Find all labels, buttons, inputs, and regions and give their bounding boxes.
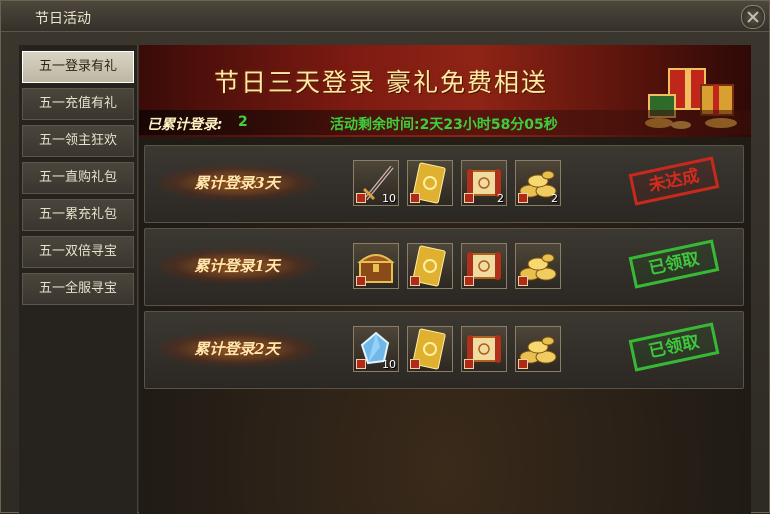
close-button[interactable] [741, 5, 765, 29]
crystal-gem-icon[interactable]: 10 [353, 326, 399, 372]
gold-ingot-icon[interactable] [515, 326, 561, 372]
lock-icon [518, 359, 528, 369]
sidebar-item-server-treasure[interactable]: 五一全服寻宝 [22, 273, 134, 305]
login-count-value: 2 [238, 114, 248, 130]
lock-icon [518, 276, 528, 286]
item-quantity: 2 [497, 192, 504, 205]
status-stamp-unachieved: 未达成 [628, 156, 720, 206]
gold-card-icon[interactable] [407, 160, 453, 206]
treasure-chest-icon[interactable] [353, 243, 399, 289]
reward-row-day3: 累计登录3天 10 2 2 未达成 [144, 145, 744, 223]
lock-icon [410, 276, 420, 286]
sidebar-item-cumulative-recharge[interactable]: 五一累充礼包 [22, 199, 134, 231]
reward-row-label: 累计登录2天 [157, 331, 317, 367]
item-quantity: 10 [382, 358, 396, 371]
gold-card-icon[interactable] [407, 326, 453, 372]
reward-row-label: 累计登录3天 [157, 165, 317, 201]
sidebar-item-double-treasure[interactable]: 五一双倍寻宝 [22, 236, 134, 268]
status-stamp-claimed: 已领取 [628, 322, 720, 372]
sidebar-item-lord-carnival[interactable]: 五一领主狂欢 [22, 125, 134, 157]
item-quantity: 10 [382, 192, 396, 205]
gold-ingot-icon[interactable]: 2 [515, 160, 561, 206]
scroll-icon[interactable] [461, 243, 507, 289]
banner-title: 节日三天登录 豪礼免费相送 [214, 68, 548, 97]
event-banner: 节日三天登录 豪礼免费相送 已累计登录: 2 活动剩余时间:2天23小时58分0… [139, 45, 751, 137]
lock-icon [518, 193, 528, 203]
lock-icon [356, 359, 366, 369]
lock-icon [356, 193, 366, 203]
window-title: 节日活动 [35, 11, 91, 27]
reward-row-day2: 累计登录2天 10 已领取 [144, 311, 744, 389]
lock-icon [464, 276, 474, 286]
festival-activity-window: 节日活动 五一登录有礼 五一充值有礼 五一领主狂欢 五一直购礼包 五一累充礼包 … [0, 0, 770, 514]
reward-row-day1: 累计登录1天 已领取 [144, 228, 744, 306]
scroll-icon[interactable]: 2 [461, 160, 507, 206]
lock-icon [410, 359, 420, 369]
login-count-label: 已累计登录: [147, 117, 223, 133]
sidebar-item-recharge-gift[interactable]: 五一充值有礼 [22, 88, 134, 120]
status-stamp-claimed: 已领取 [628, 239, 720, 289]
lock-icon [464, 193, 474, 203]
gold-ingot-icon[interactable] [515, 243, 561, 289]
sidebar-item-login-gift[interactable]: 五一登录有礼 [22, 51, 134, 83]
sword-icon[interactable]: 10 [353, 160, 399, 206]
main-panel: 节日三天登录 豪礼免费相送 已累计登录: 2 活动剩余时间:2天23小时58分0… [139, 45, 751, 514]
sidebar: 五一登录有礼 五一充值有礼 五一领主狂欢 五一直购礼包 五一累充礼包 五一双倍寻… [19, 45, 138, 514]
item-quantity: 2 [551, 192, 558, 205]
scroll-icon[interactable] [461, 326, 507, 372]
sidebar-item-direct-purchase[interactable]: 五一直购礼包 [22, 162, 134, 194]
lock-icon [464, 359, 474, 369]
reward-row-label: 累计登录1天 [157, 248, 317, 284]
title-bar[interactable]: 节日活动 [1, 1, 769, 32]
gold-card-icon[interactable] [407, 243, 453, 289]
login-stats-bar: 已累计登录: 2 活动剩余时间:2天23小时58分05秒 [139, 110, 751, 135]
lock-icon [410, 193, 420, 203]
event-countdown: 活动剩余时间:2天23小时58分05秒 [330, 117, 558, 133]
lock-icon [356, 276, 366, 286]
